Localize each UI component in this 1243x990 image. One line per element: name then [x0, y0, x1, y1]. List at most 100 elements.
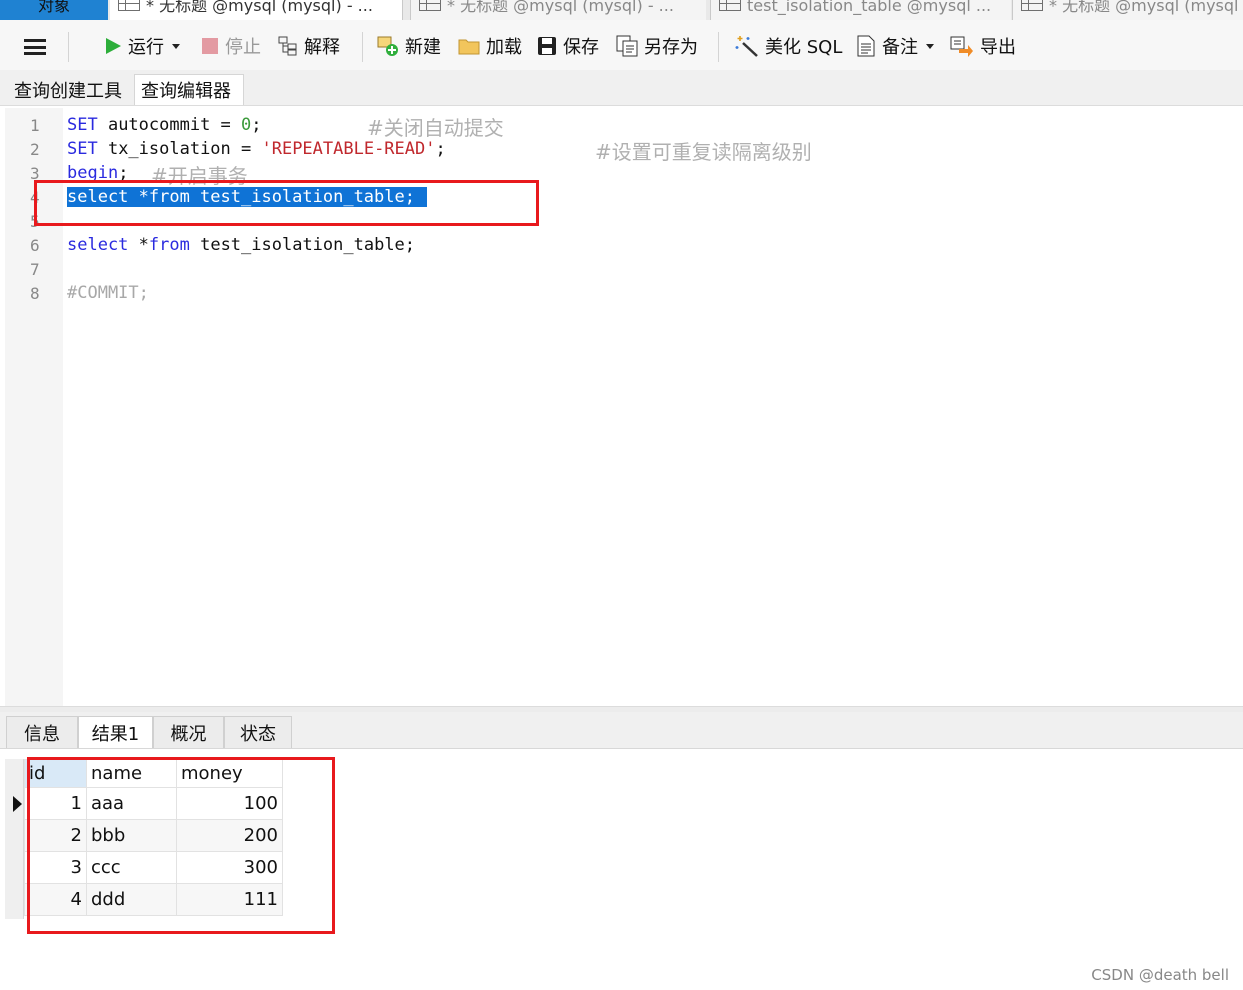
cell-id[interactable]: 1	[24, 787, 87, 820]
watermark: CSDN @death bell	[1091, 966, 1229, 984]
explain-icon	[278, 36, 297, 56]
sql-keyword: begin	[67, 163, 119, 183]
new-button[interactable]: 新建	[377, 34, 441, 58]
cell-id[interactable]: 2	[24, 819, 87, 852]
query-tab-2-label: * 无标题 @mysql (mysql) - ...	[447, 0, 674, 15]
save-as-label: 另存为	[644, 37, 698, 58]
cell-id[interactable]: 4	[24, 883, 87, 916]
cell-money[interactable]: 200	[176, 819, 283, 852]
load-button[interactable]: 加载	[458, 34, 522, 58]
table-row[interactable]: 1 aaa 100	[24, 787, 283, 820]
folder-icon	[458, 39, 480, 55]
beautify-sql-label: 美化 SQL	[765, 37, 843, 58]
sql-keyword: select	[67, 235, 129, 255]
result-tab-bar: 信息 结果1 概况 状态	[0, 712, 1243, 749]
sql-number: 0	[241, 115, 252, 135]
run-button[interactable]: 运行	[104, 34, 180, 58]
export-label: 导出	[980, 37, 1016, 58]
row-selector-column[interactable]	[5, 759, 24, 919]
grid-header-row: id name money	[24, 759, 283, 788]
sql-string: 'REPEATABLE-READ'	[261, 139, 436, 159]
chevron-down-icon[interactable]	[172, 43, 180, 49]
table-tab-label: test_isolation_table @mysql ...	[747, 0, 992, 15]
table-tab[interactable]: test_isolation_table @mysql ...	[710, 0, 1011, 20]
column-header-id[interactable]: id	[24, 759, 87, 788]
save-as-button[interactable]: 另存为	[616, 34, 698, 58]
tab-query-builder[interactable]: 查询创建工具	[8, 74, 134, 105]
tab-profile[interactable]: 概况	[153, 716, 224, 748]
objects-tab[interactable]: 对象	[0, 0, 108, 20]
code-line-8: #COMMIT;	[67, 283, 149, 303]
code-line-4-selected: select *from test_isolation_table;	[67, 186, 427, 208]
table-row[interactable]: 2 bbb 200	[24, 819, 283, 852]
tab-result1[interactable]: 结果1	[78, 716, 153, 748]
toolbar: 运行 停止 解释 新建 加载 保存 另存为 美化 SQL 备注 导出	[0, 20, 1243, 70]
query-tab-3[interactable]: * 无标题 @mysql (mysql	[1012, 0, 1243, 20]
column-header-name[interactable]: name	[86, 759, 177, 788]
sql-comment: #开启事务	[151, 164, 248, 188]
tab-info[interactable]: 信息	[6, 716, 78, 748]
line-number: 8	[30, 284, 40, 303]
result-grid-area: id name money 1 aaa 100 2 bbb 200 3 ccc …	[0, 749, 1243, 990]
chevron-down-icon[interactable]	[926, 43, 934, 49]
table-row[interactable]: 4 ddd 111	[24, 883, 283, 916]
tab-query-editor[interactable]: 查询编辑器	[134, 74, 244, 105]
cell-name[interactable]: bbb	[86, 819, 177, 852]
tab-result1-label: 结果1	[91, 723, 140, 745]
cell-money[interactable]: 100	[176, 787, 283, 820]
selected-sql: select *from test_isolation_table;	[67, 187, 427, 207]
cell-id[interactable]: 3	[24, 851, 87, 884]
save-as-icon	[616, 35, 638, 57]
objects-tab-label: 对象	[37, 0, 70, 15]
sql-text: tx_isolation =	[97, 139, 262, 159]
query-tab-1-label: * 无标题 @mysql (mysql) - ...	[146, 0, 373, 15]
sql-keyword: from	[148, 235, 190, 255]
sql-text: *	[128, 235, 149, 255]
table-grid-icon	[118, 0, 140, 11]
sql-comment: #关闭自动提交	[367, 116, 504, 140]
sql-keyword: SET	[67, 139, 98, 159]
cell-name[interactable]: ddd	[86, 883, 177, 916]
menu-icon[interactable]	[24, 39, 46, 55]
cell-name[interactable]: aaa	[86, 787, 177, 820]
code-line-1: SET autocommit = 0;	[67, 114, 262, 136]
cell-money[interactable]: 111	[176, 883, 283, 916]
query-tab-3-label: * 无标题 @mysql (mysql	[1049, 0, 1239, 15]
tab-query-editor-label: 查询编辑器	[141, 81, 231, 102]
code-line-6: select *from test_isolation_table;	[67, 234, 415, 256]
line-number: 1	[30, 116, 40, 135]
note-button[interactable]: 备注	[856, 34, 934, 58]
window-tab-bar: 对象 * 无标题 @mysql (mysql) - ... * 无标题 @mys…	[0, 0, 1243, 20]
line-number-gutter: 1 2 3 4 5 6 7 8	[5, 108, 63, 706]
export-button[interactable]: 导出	[950, 34, 1016, 58]
sql-editor[interactable]: 1 2 3 4 5 6 7 8 SET autocommit = 0; #关闭自…	[5, 108, 1243, 706]
stop-button[interactable]: 停止	[201, 34, 261, 58]
run-label: 运行	[128, 37, 164, 58]
table-grid-icon	[419, 0, 441, 11]
toolbar-divider	[68, 32, 69, 62]
note-label: 备注	[882, 37, 918, 58]
tab-query-builder-label: 查询创建工具	[14, 80, 122, 102]
line-number: 4	[30, 188, 40, 207]
tab-status[interactable]: 状态	[224, 716, 292, 748]
line-number: 3	[30, 164, 40, 183]
load-label: 加载	[486, 37, 522, 58]
sql-text: ;	[118, 163, 129, 183]
sql-text: ;	[251, 115, 262, 135]
current-row-arrow-icon	[13, 796, 22, 812]
sql-text: test_isolation_table;	[189, 235, 416, 255]
new-label: 新建	[405, 37, 441, 58]
export-icon	[950, 36, 973, 57]
tab-info-label: 信息	[24, 723, 60, 745]
save-button[interactable]: 保存	[537, 34, 599, 58]
cell-name[interactable]: ccc	[86, 851, 177, 884]
table-grid-icon	[719, 0, 741, 11]
line-number: 5	[30, 212, 40, 231]
column-header-money[interactable]: money	[176, 759, 283, 788]
explain-button[interactable]: 解释	[278, 34, 340, 58]
query-tab-2[interactable]: * 无标题 @mysql (mysql) - ...	[410, 0, 706, 20]
table-row[interactable]: 3 ccc 300	[24, 851, 283, 884]
cell-money[interactable]: 300	[176, 851, 283, 884]
beautify-sql-button[interactable]: 美化 SQL	[735, 34, 842, 58]
query-tab-1[interactable]: * 无标题 @mysql (mysql) - ...	[110, 0, 403, 20]
